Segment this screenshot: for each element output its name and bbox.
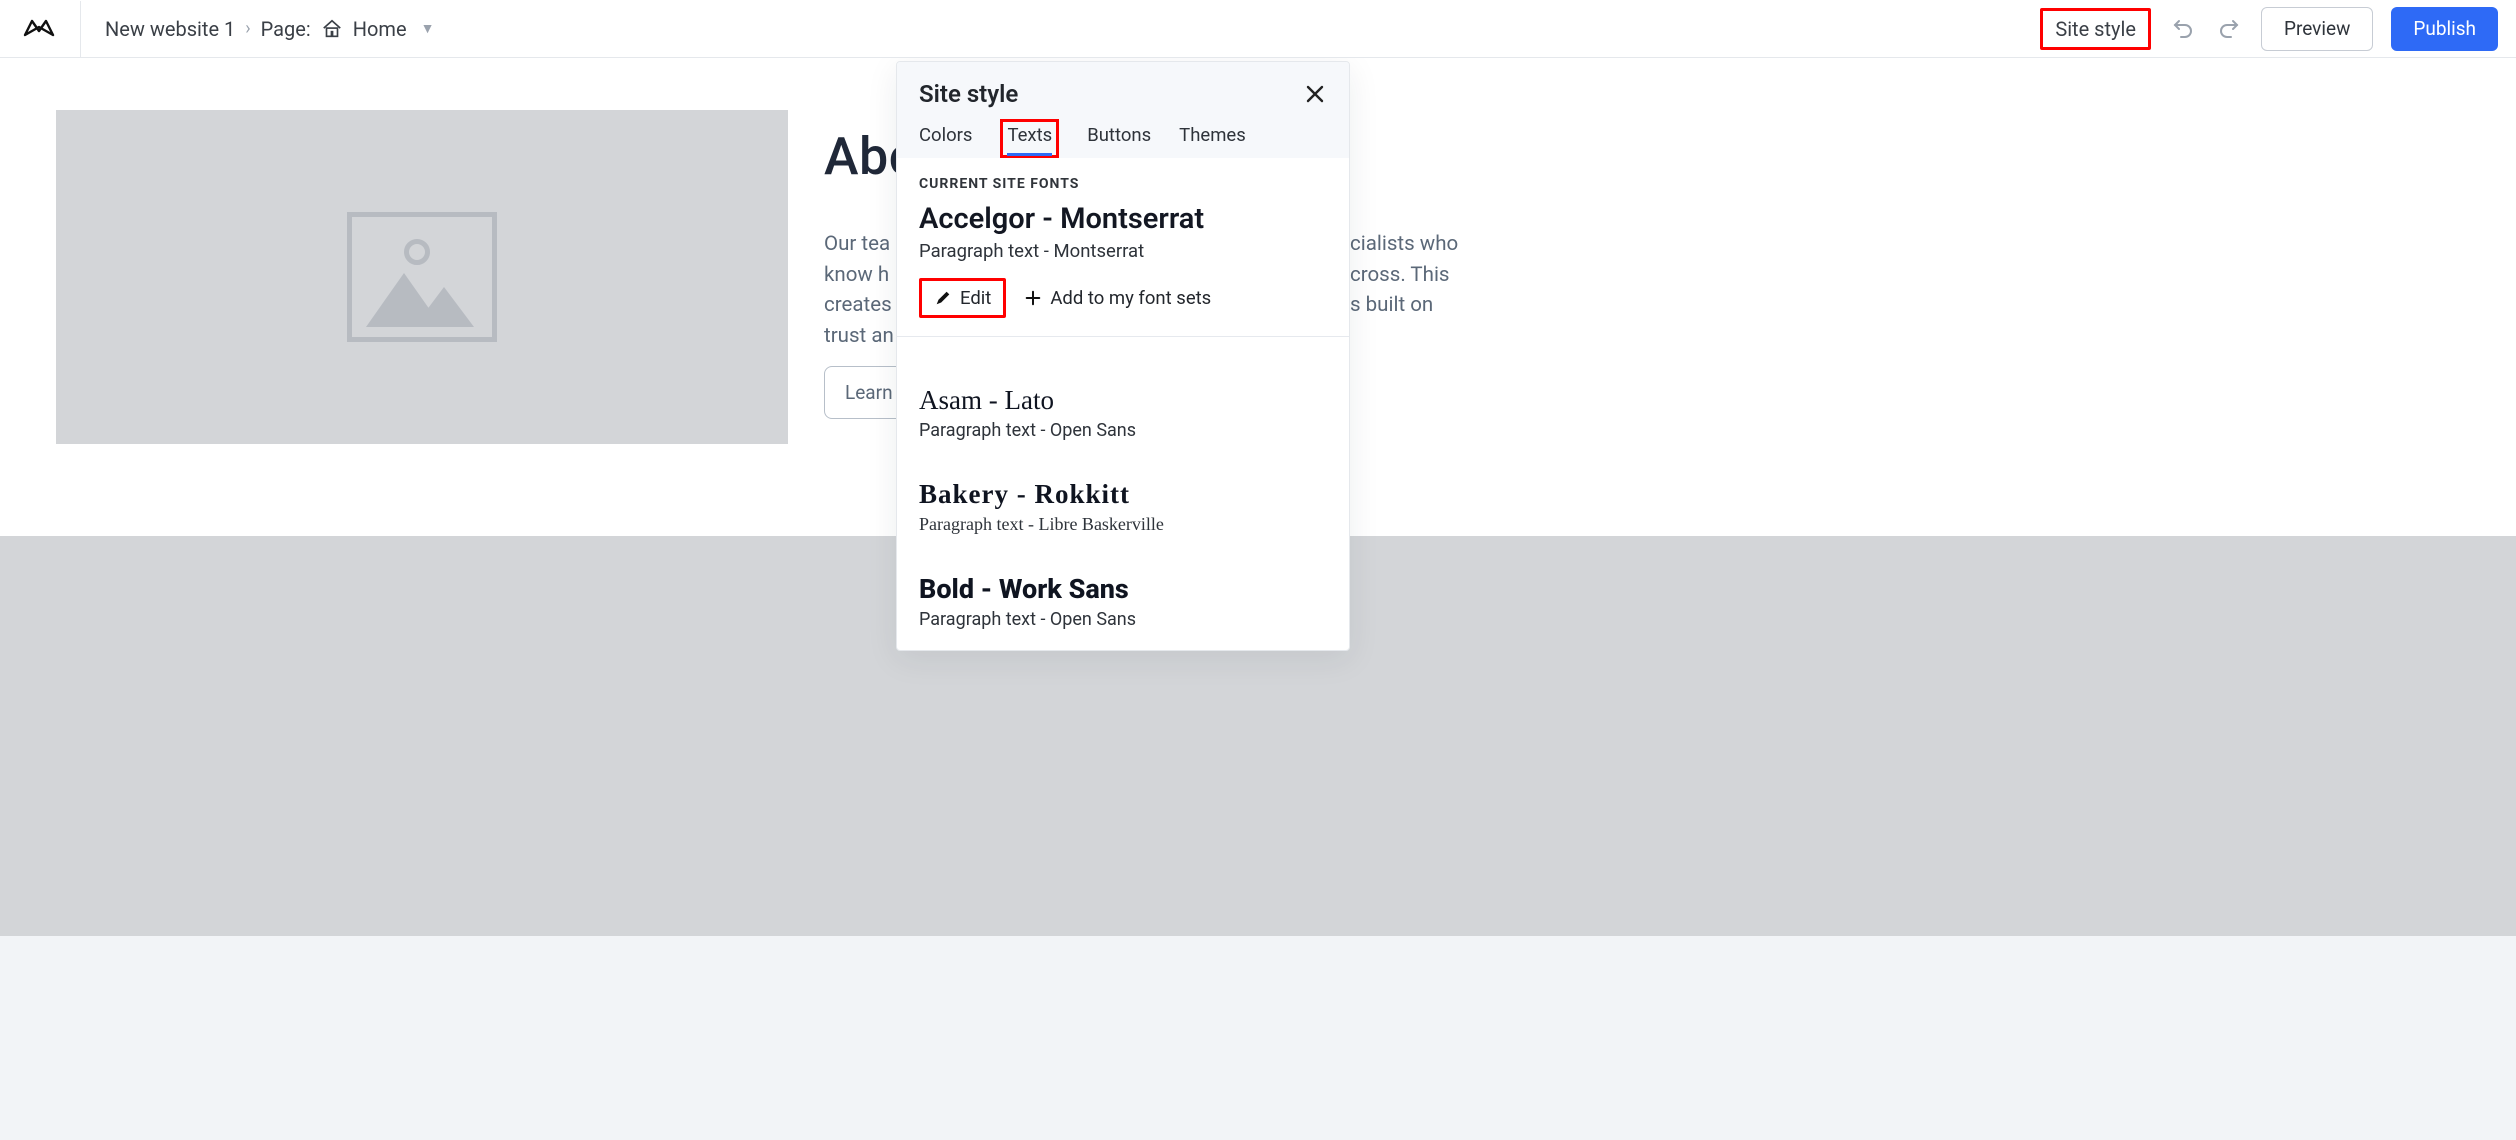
panel-tabs: Colors Texts Buttons Themes — [919, 124, 1327, 158]
font-set-item[interactable]: Bakery - Rokkitt Paragraph text - Libre … — [897, 461, 1349, 555]
panel-divider — [897, 336, 1349, 337]
pencil-icon — [934, 289, 952, 307]
font-set-list: Asam - Lato Paragraph text - Open Sans B… — [897, 357, 1349, 650]
page-label: Page: — [261, 17, 311, 41]
tab-texts[interactable]: Texts — [1000, 119, 1059, 158]
topbar-left: New website 1 › Page: Home ▼ — [0, 1, 434, 57]
home-icon — [321, 18, 343, 40]
edit-label: Edit — [960, 287, 991, 309]
plus-icon — [1024, 289, 1042, 307]
font-set-heading: Asam - Lato — [919, 385, 1349, 416]
current-font-paragraph: Paragraph text - Montserrat — [919, 240, 1327, 262]
current-fonts-label: CURRENT SITE FONTS — [919, 176, 1327, 192]
panel-header: Site style Colors Texts Buttons Themes — [897, 62, 1349, 158]
edit-font-button[interactable]: Edit — [919, 278, 1006, 318]
editor-canvas: Abc Our tea know h creates trust an cial… — [0, 58, 2516, 1140]
tab-themes[interactable]: Themes — [1179, 124, 1246, 158]
panel-body: CURRENT SITE FONTS Accelgor - Montserrat… — [897, 158, 1349, 357]
font-set-heading: Bakery - Rokkitt — [919, 479, 1349, 510]
topbar-right: Site style Preview Publish — [2040, 7, 2516, 51]
preview-button[interactable]: Preview — [2261, 7, 2373, 51]
about-paragraph-right: cialists who cross. This s built on — [1350, 198, 1550, 321]
font-set-item[interactable]: Bold - Work Sans Paragraph text - Open S… — [897, 555, 1349, 650]
font-set-item[interactable]: Asam - Lato Paragraph text - Open Sans — [897, 367, 1349, 461]
breadcrumb: New website 1 › Page: Home ▼ — [105, 17, 434, 41]
publish-button[interactable]: Publish — [2391, 7, 2498, 51]
app-logo-icon[interactable] — [22, 12, 56, 46]
site-style-panel: Site style Colors Texts Buttons Themes C… — [896, 61, 1350, 651]
topbar: New website 1 › Page: Home ▼ Site style — [0, 0, 2516, 58]
font-set-heading: Bold - Work Sans — [919, 573, 1349, 605]
close-icon[interactable] — [1303, 82, 1327, 106]
undo-icon[interactable] — [2169, 15, 2197, 43]
chevron-right-icon: › — [245, 18, 250, 39]
vertical-separator — [80, 1, 81, 57]
page-name[interactable]: Home — [353, 17, 407, 41]
add-to-font-sets-button[interactable]: Add to my font sets — [1024, 287, 1211, 309]
image-placeholder-icon — [347, 212, 497, 342]
redo-icon[interactable] — [2215, 15, 2243, 43]
font-actions: Edit Add to my font sets — [919, 278, 1327, 318]
website-name[interactable]: New website 1 — [105, 17, 235, 41]
font-set-paragraph: Paragraph text - Open Sans — [919, 609, 1349, 630]
font-set-paragraph: Paragraph text - Open Sans — [919, 420, 1349, 441]
font-set-paragraph: Paragraph text - Libre Baskerville — [919, 514, 1349, 535]
add-label: Add to my font sets — [1050, 287, 1211, 309]
site-style-button[interactable]: Site style — [2040, 8, 2151, 50]
panel-title: Site style — [919, 80, 1018, 108]
about-paragraph-left: Our tea know h creates trust an — [824, 232, 894, 348]
tab-buttons[interactable]: Buttons — [1087, 124, 1151, 158]
image-placeholder[interactable] — [56, 110, 788, 444]
current-font-heading: Accelgor - Montserrat — [919, 202, 1327, 236]
tab-colors[interactable]: Colors — [919, 124, 972, 158]
chevron-down-icon[interactable]: ▼ — [421, 20, 435, 37]
